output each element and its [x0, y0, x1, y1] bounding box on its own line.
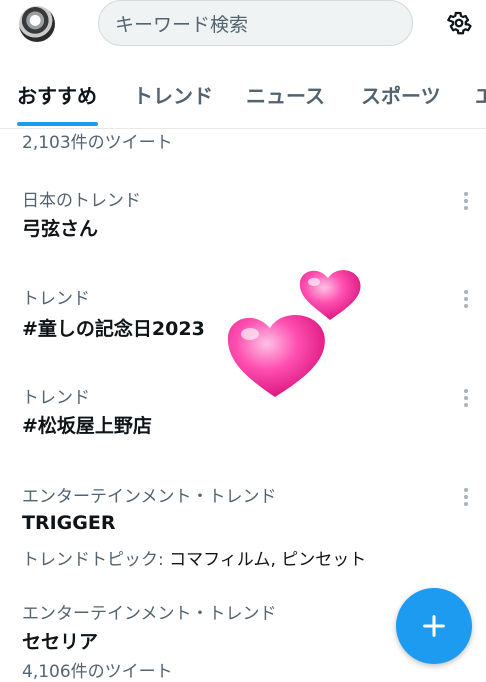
tab-news[interactable]: ニュース: [246, 80, 325, 109]
small-heart-icon: [299, 270, 361, 320]
heart-sticker: [227, 270, 361, 397]
top-bar: キーワード検索: [0, 0, 486, 52]
plus-icon: [423, 615, 445, 637]
more-vertical-icon[interactable]: [456, 191, 476, 211]
large-heart-icon: [227, 315, 325, 397]
trend-category: トレンド: [22, 388, 90, 408]
trend-title: #童しの記念日2023: [22, 318, 205, 340]
trend-category: エンターテインメント・トレンド: [22, 487, 277, 507]
profile-avatar[interactable]: [19, 6, 55, 42]
tweet-count: 2,103件のツイート: [22, 133, 173, 153]
trend-category: 日本のトレンド: [22, 191, 141, 211]
trend-category: トレンド: [22, 289, 90, 309]
more-vertical-icon[interactable]: [456, 388, 476, 408]
tab-trends[interactable]: トレンド: [133, 80, 213, 109]
tab-recommended[interactable]: おすすめ: [17, 80, 97, 109]
trend-topic: トレンドトピック: コマフィルム, ピンセット: [22, 545, 366, 570]
tab-bar: おすすめ トレンド ニュース スポーツ エ: [0, 70, 486, 129]
gear-icon[interactable]: [444, 8, 474, 38]
more-vertical-icon[interactable]: [456, 487, 476, 507]
trend-title: #松坂屋上野店: [22, 415, 152, 437]
trend-title: TRIGGER: [22, 512, 116, 534]
trend-title: 弓弦さん: [22, 218, 99, 240]
compose-button[interactable]: [396, 588, 472, 664]
more-vertical-icon[interactable]: [456, 289, 476, 309]
trend-topic-label: トレンドトピック:: [22, 550, 170, 570]
tab-sports[interactable]: スポーツ: [361, 80, 441, 109]
search-input[interactable]: キーワード検索: [98, 0, 413, 46]
trend-topic-value: コマフィルム, ピンセット: [169, 550, 367, 570]
trend-category: エンターテインメント・トレンド: [22, 604, 277, 624]
search-placeholder: キーワード検索: [115, 13, 249, 36]
active-tab-indicator: [17, 122, 98, 126]
tweet-count: 4,106件のツイート: [22, 662, 173, 682]
trend-title: セセリア: [22, 631, 99, 653]
tab-entertainment[interactable]: エ: [475, 80, 486, 109]
